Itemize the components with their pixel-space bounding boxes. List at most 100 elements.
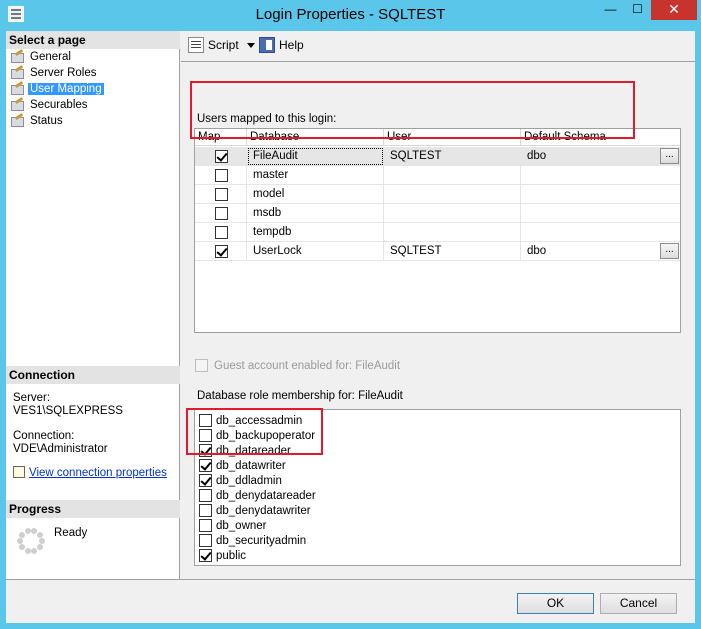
user-cell[interactable]: SQLTEST (384, 242, 521, 261)
server-value: VES1\SQLEXPRESS (13, 405, 123, 417)
browse-schema-button[interactable]: ... (660, 243, 679, 259)
role-label: public (216, 549, 247, 562)
page-item-label: User Mapping (28, 83, 104, 95)
page-item-status[interactable]: Status (10, 113, 104, 129)
role-label: db_denydatareader (216, 489, 316, 502)
map-checkbox[interactable] (215, 169, 228, 182)
map-cell (195, 204, 247, 223)
page-item-label: Status (30, 115, 63, 127)
view-connection-properties-label[interactable]: View connection properties (29, 467, 167, 479)
map-checkbox[interactable] (215, 150, 228, 163)
role-item-db-datawriter[interactable]: db_datawriter (199, 458, 286, 473)
dialog-client-area: Select a page General Server Roles User Ma… (6, 31, 695, 623)
spinner-dot (36, 531, 43, 538)
role-checkbox[interactable] (199, 474, 212, 487)
user-cell[interactable] (384, 223, 521, 242)
server-label: Server: (13, 392, 51, 404)
help-label: Help (279, 38, 304, 52)
role-item-public[interactable]: public (199, 548, 246, 563)
map-cell (195, 185, 247, 204)
map-checkbox[interactable] (215, 226, 228, 239)
script-icon (188, 37, 204, 53)
map-cell (195, 147, 247, 166)
table-row[interactable]: tempdb (195, 223, 680, 242)
table-row[interactable]: model (195, 185, 680, 204)
spinner-dot (36, 544, 43, 551)
map-checkbox[interactable] (215, 245, 228, 258)
user-cell[interactable] (384, 185, 521, 204)
role-checkbox[interactable] (199, 519, 212, 532)
connection-info: Server: VES1\SQLEXPRESS Connection: VDE\… (13, 392, 167, 480)
role-checkbox[interactable] (199, 549, 212, 562)
ok-button[interactable]: OK (517, 593, 594, 614)
guest-account-label: Guest account enabled for: FileAudit (214, 359, 401, 372)
maximize-button[interactable]: ☐ (624, 0, 651, 20)
role-item-db-ddladmin[interactable]: db_ddladmin (199, 473, 282, 488)
table-row[interactable]: master (195, 166, 680, 185)
guest-account-option: Guest account enabled for: FileAudit (195, 359, 400, 372)
browse-schema-button[interactable]: ... (660, 148, 679, 164)
help-icon (259, 37, 275, 53)
default-schema-cell[interactable] (521, 166, 660, 185)
role-label: db_ddladmin (216, 474, 282, 487)
page-wrench-icon (10, 83, 24, 95)
database-cell[interactable]: model (247, 185, 384, 204)
role-checkbox[interactable] (199, 534, 212, 547)
minimize-button[interactable]: — (597, 0, 624, 20)
connection-properties-icon (13, 466, 25, 478)
role-item-db-owner[interactable]: db_owner (199, 518, 267, 533)
role-checkbox[interactable] (199, 459, 212, 472)
default-schema-cell[interactable]: dbo (521, 242, 660, 261)
page-item-label: Securables (30, 99, 88, 111)
map-checkbox[interactable] (215, 188, 228, 201)
guest-account-checkbox[interactable] (195, 359, 208, 372)
help-button[interactable]: Help (259, 37, 304, 53)
default-schema-cell[interactable] (521, 223, 660, 242)
script-dropdown-arrow-icon[interactable] (246, 42, 255, 48)
role-label: db_securityadmin (216, 534, 307, 547)
role-item-db-denydatareader[interactable]: db_denydatareader (199, 488, 316, 503)
database-cell[interactable]: master (247, 166, 384, 185)
role-checkbox[interactable] (199, 489, 212, 502)
table-row[interactable]: FileAudit SQLTEST dbo... (195, 147, 680, 166)
script-button[interactable]: Script (188, 37, 255, 53)
table-row[interactable]: msdb (195, 204, 680, 223)
role-membership-label: Database role membership for: FileAudit (197, 390, 403, 402)
cancel-button[interactable]: Cancel (600, 593, 677, 614)
database-cell[interactable]: UserLock (247, 242, 384, 261)
role-item-db-securityadmin[interactable]: db_securityadmin (199, 533, 306, 548)
role-item-db-denydatawriter[interactable]: db_denydatawriter (199, 503, 311, 518)
default-schema-cell[interactable]: dbo (521, 147, 660, 166)
connection-label: Connection: (13, 430, 75, 442)
roles-highlight-box (186, 408, 323, 455)
user-mapping-grid[interactable]: Map Database User Default Schema FileAud… (194, 128, 681, 333)
window-title: Login Properties - SQLTEST (255, 6, 446, 23)
close-button[interactable]: ✕ (651, 0, 697, 20)
page-item-securables[interactable]: Securables (10, 97, 104, 113)
page-item-user-mapping[interactable]: User Mapping (10, 81, 104, 97)
spinner-dot (19, 531, 26, 538)
user-cell[interactable]: SQLTEST (384, 147, 521, 166)
user-cell[interactable] (384, 166, 521, 185)
map-checkbox[interactable] (215, 207, 228, 220)
spinner-dot (17, 538, 23, 544)
left-panel: Select a page General Server Roles User Ma… (6, 31, 180, 579)
database-cell[interactable]: FileAudit (247, 147, 384, 166)
database-cell[interactable]: msdb (247, 204, 384, 223)
view-connection-properties-link[interactable]: View connection properties (13, 466, 167, 480)
user-cell[interactable] (384, 204, 521, 223)
spinner-dot (31, 548, 38, 555)
role-checkbox[interactable] (199, 504, 212, 517)
progress-status: Ready (54, 527, 88, 539)
table-row[interactable]: UserLock SQLTEST dbo... (195, 242, 680, 261)
database-cell[interactable]: tempdb (247, 223, 384, 242)
default-schema-cell[interactable] (521, 204, 660, 223)
connection-header: Connection (6, 366, 180, 384)
role-label: db_denydatawriter (216, 504, 311, 517)
page-list: General Server Roles User Mapping Securable… (10, 49, 104, 129)
select-page-header: Select a page (6, 31, 180, 49)
script-label: Script (208, 38, 239, 52)
page-item-general[interactable]: General (10, 49, 104, 65)
page-item-server-roles[interactable]: Server Roles (10, 65, 104, 81)
default-schema-cell[interactable] (521, 185, 660, 204)
